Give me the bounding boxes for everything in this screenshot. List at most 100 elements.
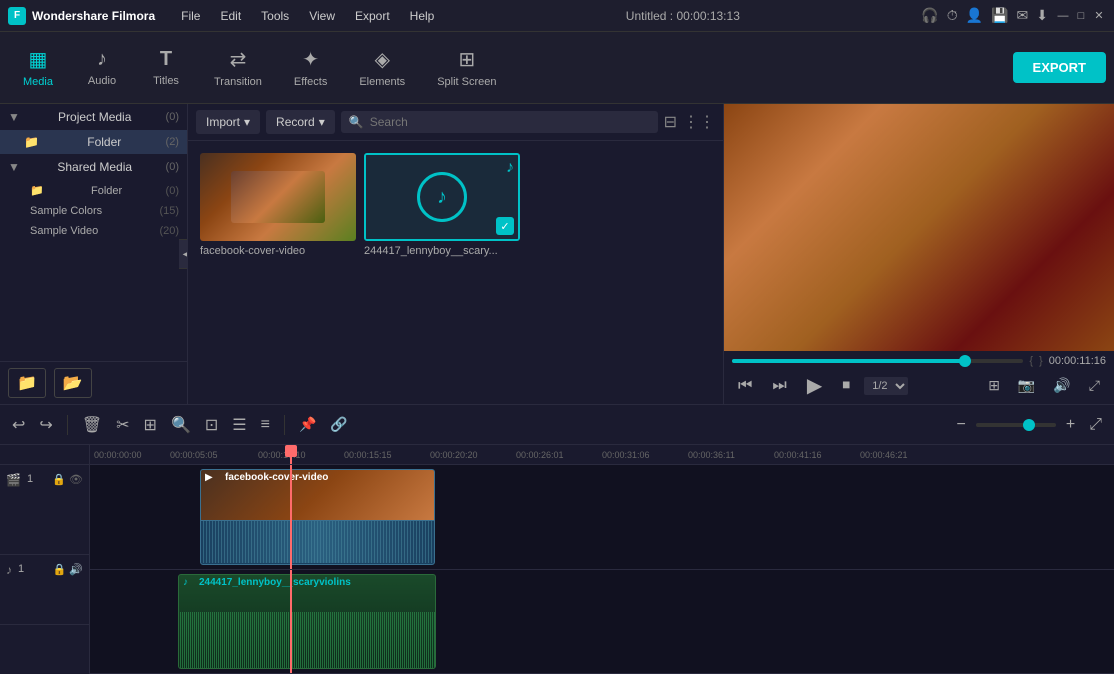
audio-name: 244417_lennyboy__scary... — [364, 245, 520, 257]
import-dropdown-icon: ▾ — [244, 115, 250, 129]
minimize-button[interactable]: — — [1056, 9, 1070, 23]
project-media-section[interactable]: ▼ Project Media (0) — [0, 104, 187, 130]
zoom-out-button[interactable]: ⊡ — [201, 411, 222, 439]
elements-icon: ◈ — [375, 47, 390, 72]
playback-controls: ⏮ ⏭ ▶ ⏹ 1/2 1/1 ⊞ 📷 🔊 ⤢ — [732, 371, 1106, 400]
progress-bar[interactable] — [732, 359, 1023, 363]
toolbar-transition[interactable]: ⇄ Transition — [200, 41, 276, 94]
search-input[interactable] — [370, 115, 650, 129]
timeline-tracks: 00:00:00:00 00:00:05:05 00:00:10:10 00:0… — [90, 445, 1114, 674]
export-button[interactable]: EXPORT — [1013, 52, 1106, 83]
search-icon: 🔍 — [349, 115, 364, 129]
snapshot-button[interactable]: 📷 — [1012, 375, 1041, 396]
collapse-panel-button[interactable]: ◀ — [179, 239, 188, 269]
toolbar-elements[interactable]: ◈ Elements — [345, 41, 419, 94]
play-button[interactable]: ▶ — [801, 371, 828, 400]
video-lock-button[interactable]: 🔒 — [52, 473, 66, 486]
folder-item[interactable]: 📁 Folder (2) — [0, 130, 187, 154]
media-item-audio[interactable]: ♪ ♪ ✓ 244417_lennyboy__scary... — [364, 153, 520, 257]
toolbar-media-label: Media — [23, 76, 53, 88]
toolbar-separator-1 — [67, 415, 68, 435]
titles-icon: T — [160, 48, 172, 71]
fullscreen-button[interactable]: ⊞ — [982, 375, 1006, 396]
progress-bar-container: { } 00:00:11:16 — [732, 355, 1106, 367]
mark-in-icon[interactable]: { — [1029, 355, 1033, 367]
media-item-video[interactable]: facebook-cover-video — [200, 153, 356, 257]
sample-colors-name: Sample Colors — [30, 205, 102, 217]
effects-icon: ✦ — [302, 47, 319, 72]
cut-button[interactable]: ✂ — [112, 411, 133, 439]
link-button[interactable]: 🔗 — [326, 412, 351, 437]
ruler-mark-2: 00:00:10:10 — [258, 450, 306, 460]
video-clip[interactable]: ▶ facebook-cover-video — [200, 469, 435, 565]
record-button[interactable]: Record ▾ — [266, 110, 335, 134]
video-hide-button[interactable]: 👁 — [69, 473, 83, 486]
delete-button[interactable]: 🗑 — [78, 411, 106, 439]
more-options-button[interactable]: ⤢ — [1083, 375, 1106, 396]
step-back-button[interactable]: ⏭ — [766, 375, 792, 397]
effects-timeline-button[interactable]: ≡ — [257, 412, 274, 438]
menu-view[interactable]: View — [299, 5, 345, 27]
folder-icon: 📁 — [24, 135, 39, 149]
crop-button[interactable]: ⊞ — [140, 411, 161, 439]
menu-help[interactable]: Help — [400, 5, 445, 27]
stop-button[interactable]: ⏹ — [836, 375, 856, 397]
toolbar-media[interactable]: ▦ Media — [8, 41, 68, 94]
playhead-ruler-marker — [290, 445, 292, 464]
mail-icon[interactable]: ✉ — [1017, 7, 1029, 24]
filter-icon[interactable]: ⊟ — [664, 112, 677, 132]
timeline-content: 🎬 1 🔒 👁 ♪ 1 🔒 🔊 00:00:00:00 — [0, 445, 1114, 674]
download-icon[interactable]: ⬇ — [1036, 7, 1048, 24]
close-button[interactable]: ✕ — [1092, 9, 1106, 23]
toolbar-audio-label: Audio — [88, 75, 116, 87]
progress-fill — [732, 359, 965, 363]
audio-volume-button[interactable]: 🔊 — [69, 563, 83, 576]
sample-video-item[interactable]: Sample Video (20) — [0, 221, 187, 241]
user-icon[interactable]: 👤 — [966, 7, 983, 24]
audio-clip[interactable]: ♪ 244417_lennyboy__scaryviolins — [178, 574, 436, 670]
undo-button[interactable]: ↩ — [8, 411, 29, 439]
save-icon[interactable]: 💾 — [991, 7, 1008, 24]
preview-controls: { } 00:00:11:16 ⏮ ⏭ ▶ ⏹ 1/2 1/1 ⊞ 📷 🔊 ⤢ — [724, 351, 1114, 404]
headset-icon[interactable]: 🎧 — [921, 7, 938, 24]
new-folder-button[interactable]: 📁 — [8, 368, 46, 398]
import-button[interactable]: Import ▾ — [196, 110, 260, 134]
add-subfolder-button[interactable]: 📂 — [54, 368, 92, 398]
main-toolbar: ▦ Media ♪ Audio T Titles ⇄ Transition ✦ … — [0, 32, 1114, 104]
progress-handle[interactable] — [959, 355, 971, 367]
audio-clip-icon: ♪ — [183, 577, 188, 588]
zoom-plus-button[interactable]: + — [1062, 412, 1079, 438]
volume-button[interactable]: 🔊 — [1047, 375, 1076, 396]
sample-colors-item[interactable]: Sample Colors (15) — [0, 201, 187, 221]
app-name: Wondershare Filmora — [32, 9, 155, 23]
clock-icon[interactable]: ⏱ — [947, 7, 958, 24]
expand-timeline-button[interactable]: ⤢ — [1085, 412, 1106, 438]
toolbar-audio[interactable]: ♪ Audio — [72, 42, 132, 93]
audio-lock-button[interactable]: 🔒 — [53, 563, 67, 576]
redo-button[interactable]: ↪ — [35, 411, 56, 439]
motion-button[interactable]: ☰ — [228, 411, 250, 439]
zoom-slider[interactable] — [976, 423, 1056, 427]
toolbar-titles[interactable]: T Titles — [136, 42, 196, 93]
mark-out-icon[interactable]: } — [1039, 355, 1043, 367]
toolbar-effects[interactable]: ✦ Effects — [280, 41, 341, 94]
speed-select[interactable]: 1/2 1/1 — [864, 377, 908, 395]
menu-tools[interactable]: Tools — [251, 5, 299, 27]
audio-thumbnail: ♪ ♪ ✓ — [364, 153, 520, 241]
toolbar-splitscreen[interactable]: ⊞ Split Screen — [423, 41, 510, 94]
zoom-minus-button[interactable]: − — [953, 412, 970, 438]
video-clip-label: facebook-cover-video — [225, 472, 328, 483]
view-options-icon[interactable]: ⋮⋮ — [683, 112, 715, 132]
shared-folder-item[interactable]: 📁 Folder (0) — [0, 180, 187, 201]
zoom-fit-button[interactable]: 🔍 — [167, 411, 195, 439]
audio-wave-pattern — [179, 612, 435, 668]
audio-track-row: ♪ 244417_lennyboy__scaryviolins ✂ — [90, 570, 1114, 674]
menu-export[interactable]: Export — [345, 5, 400, 27]
prev-frame-button[interactable]: ⏮ — [732, 375, 758, 397]
snap-button[interactable]: 📌 — [295, 412, 320, 437]
shared-media-section[interactable]: ▼ Shared Media (0) — [0, 154, 187, 180]
menu-file[interactable]: File — [171, 5, 210, 27]
menu-edit[interactable]: Edit — [210, 5, 251, 27]
maximize-button[interactable]: □ — [1074, 9, 1088, 23]
wave-pattern — [201, 521, 434, 563]
